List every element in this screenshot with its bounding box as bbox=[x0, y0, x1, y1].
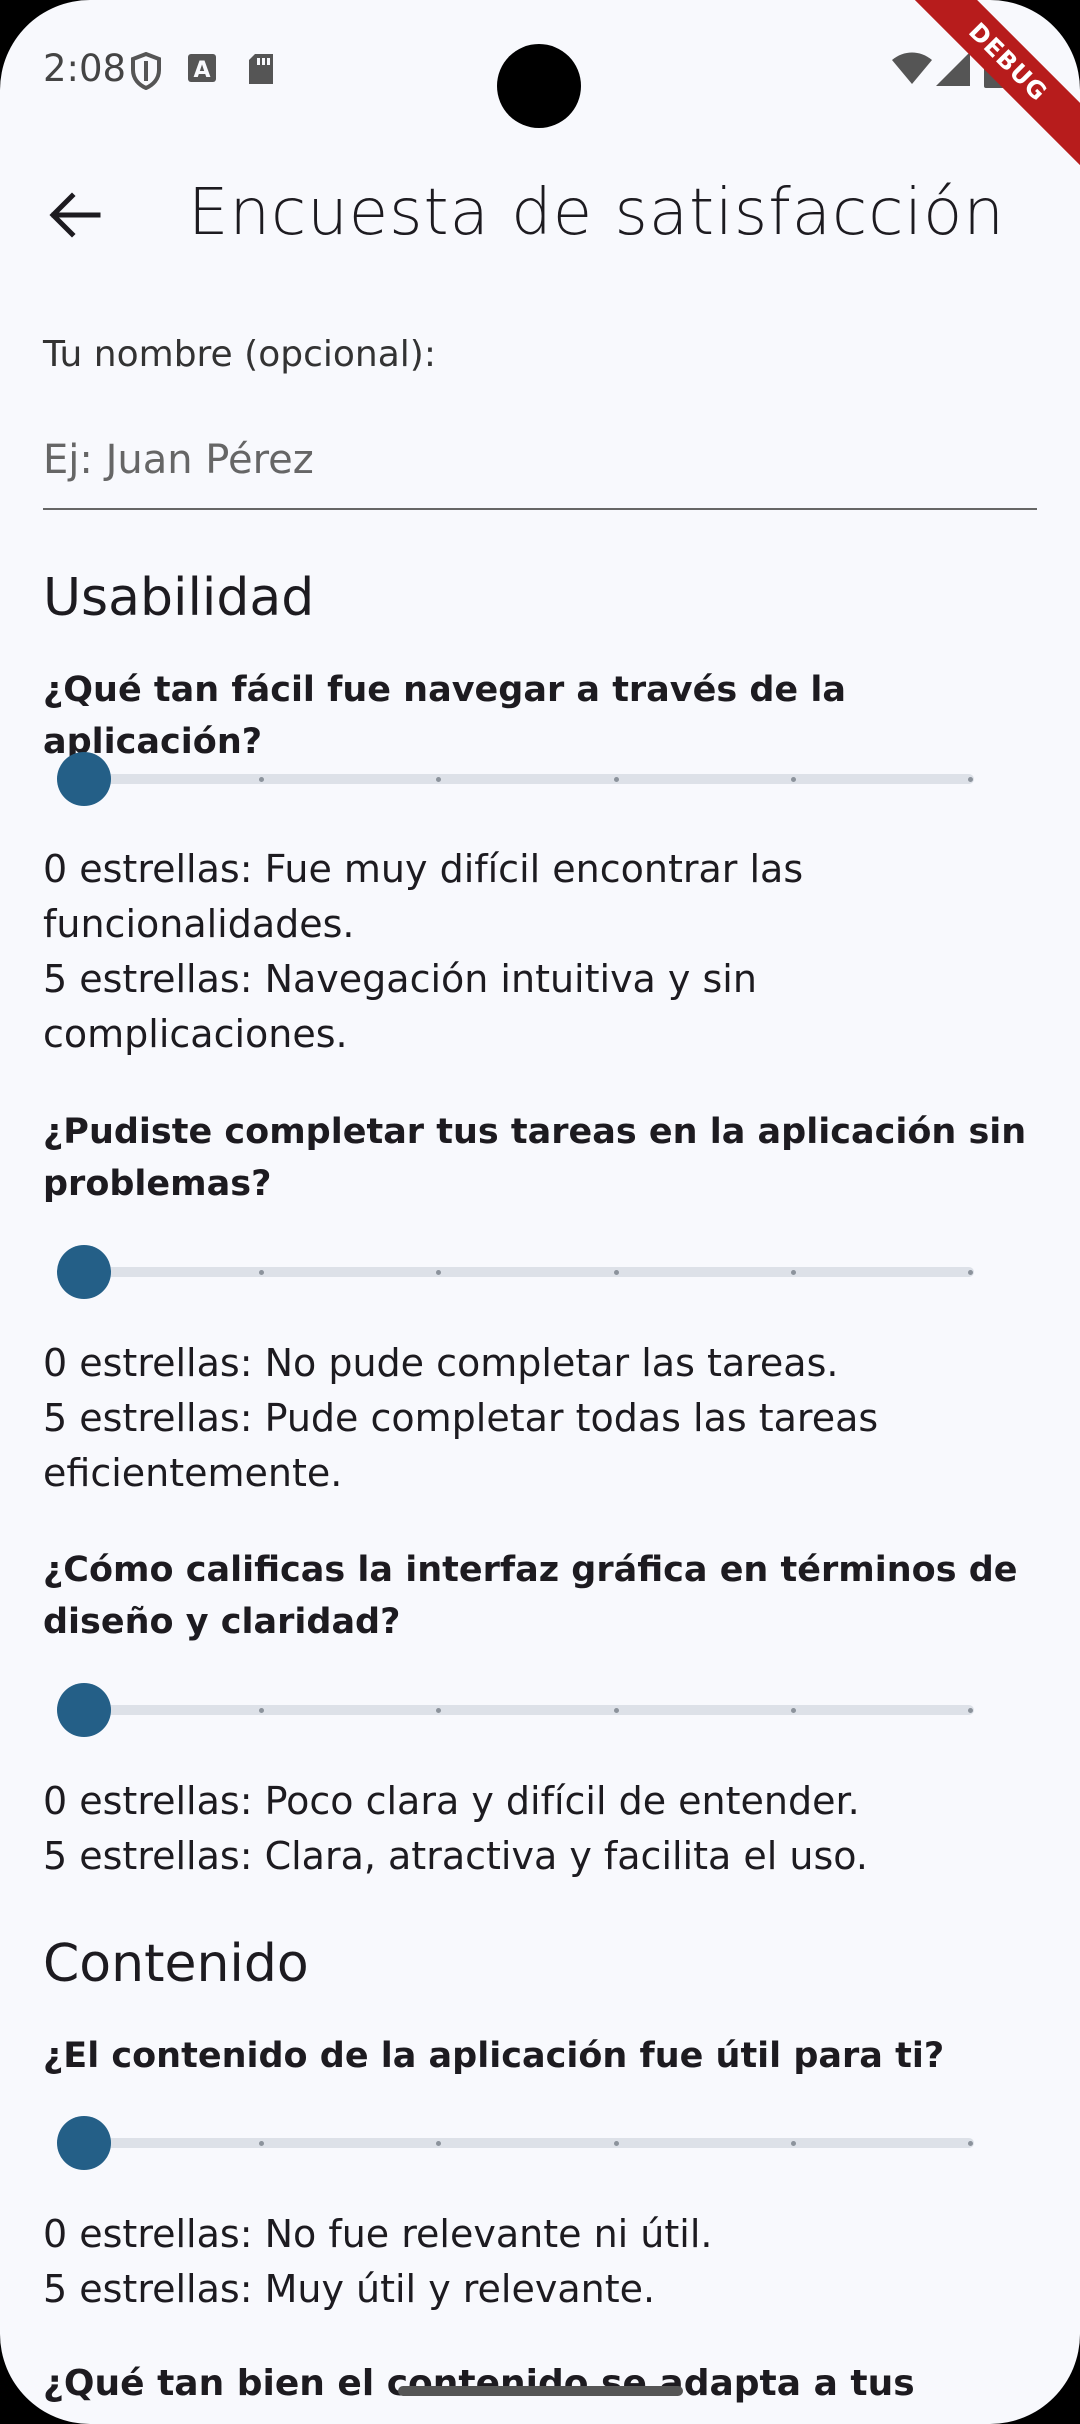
slider-tick bbox=[968, 1270, 973, 1275]
name-field-label: Tu nombre (opcional): bbox=[43, 334, 436, 375]
question-description: 0 estrellas: No pude completar las tarea… bbox=[43, 1341, 879, 1495]
slider-tick bbox=[613, 2141, 619, 2146]
slider-tick bbox=[790, 1270, 796, 1275]
slider-tick bbox=[968, 2141, 973, 2146]
rating-slider[interactable] bbox=[57, 1681, 974, 1741]
rating-slider[interactable] bbox=[57, 1243, 974, 1303]
signal-icon bbox=[936, 52, 970, 86]
slider-tick bbox=[790, 777, 796, 782]
question-text: ¿Qué tan bien el contenido se adapta a t… bbox=[43, 2363, 915, 2404]
camera-cutout bbox=[497, 44, 581, 128]
slider-tick bbox=[613, 1708, 619, 1713]
slider-tick bbox=[613, 1270, 619, 1275]
question-text: ¿Cómo calificas la interfaz gráfica en t… bbox=[43, 1550, 1018, 1642]
rating-slider[interactable] bbox=[57, 2114, 974, 2174]
text-a-icon: A bbox=[188, 54, 216, 83]
slider-track bbox=[84, 1705, 974, 1715]
slider-track bbox=[84, 774, 974, 784]
slider-tick bbox=[968, 1708, 973, 1713]
slider-track bbox=[84, 2138, 974, 2148]
gesture-nav-handle[interactable] bbox=[398, 2386, 683, 2396]
wifi-icon bbox=[892, 52, 932, 84]
slider-thumb[interactable] bbox=[57, 2116, 111, 2170]
slider-tick bbox=[790, 1708, 796, 1713]
name-input[interactable] bbox=[43, 412, 1037, 510]
back-arrow-icon[interactable] bbox=[40, 180, 110, 250]
section-title-usabilidad: Usabilidad bbox=[43, 568, 315, 628]
question-description: 0 estrellas: Poco clara y difícil de ent… bbox=[43, 1779, 868, 1878]
sd-card-icon bbox=[249, 54, 273, 84]
question-text: ¿Pudiste completar tus tareas en la apli… bbox=[43, 1112, 1027, 1204]
page-title: Encuesta de satisfacción bbox=[188, 176, 1005, 250]
screen: 2:08 A DEBUG Encuesta de satisfacción Tu… bbox=[0, 0, 1080, 2424]
slider-tick bbox=[790, 2141, 796, 2146]
question-description: 0 estrellas: No fue relevante ni útil. 5 … bbox=[43, 2212, 713, 2311]
slider-tick bbox=[968, 777, 973, 782]
question-text: ¿El contenido de la aplicación fue útil … bbox=[43, 2036, 945, 2076]
status-time: 2:08 bbox=[43, 47, 127, 90]
svg-text:A: A bbox=[193, 58, 210, 83]
slider-thumb[interactable] bbox=[57, 1245, 111, 1299]
section-title-contenido: Contenido bbox=[43, 1934, 309, 1994]
slider-track bbox=[84, 1267, 974, 1277]
status-bar: 2:08 A bbox=[0, 0, 1080, 140]
rating-slider[interactable] bbox=[57, 750, 974, 810]
slider-thumb[interactable] bbox=[57, 752, 111, 806]
shield-icon bbox=[131, 52, 161, 90]
slider-thumb[interactable] bbox=[57, 1683, 111, 1737]
slider-tick bbox=[613, 777, 619, 782]
question-description: 0 estrellas: Fue muy difícil encontrar l… bbox=[43, 847, 804, 1056]
